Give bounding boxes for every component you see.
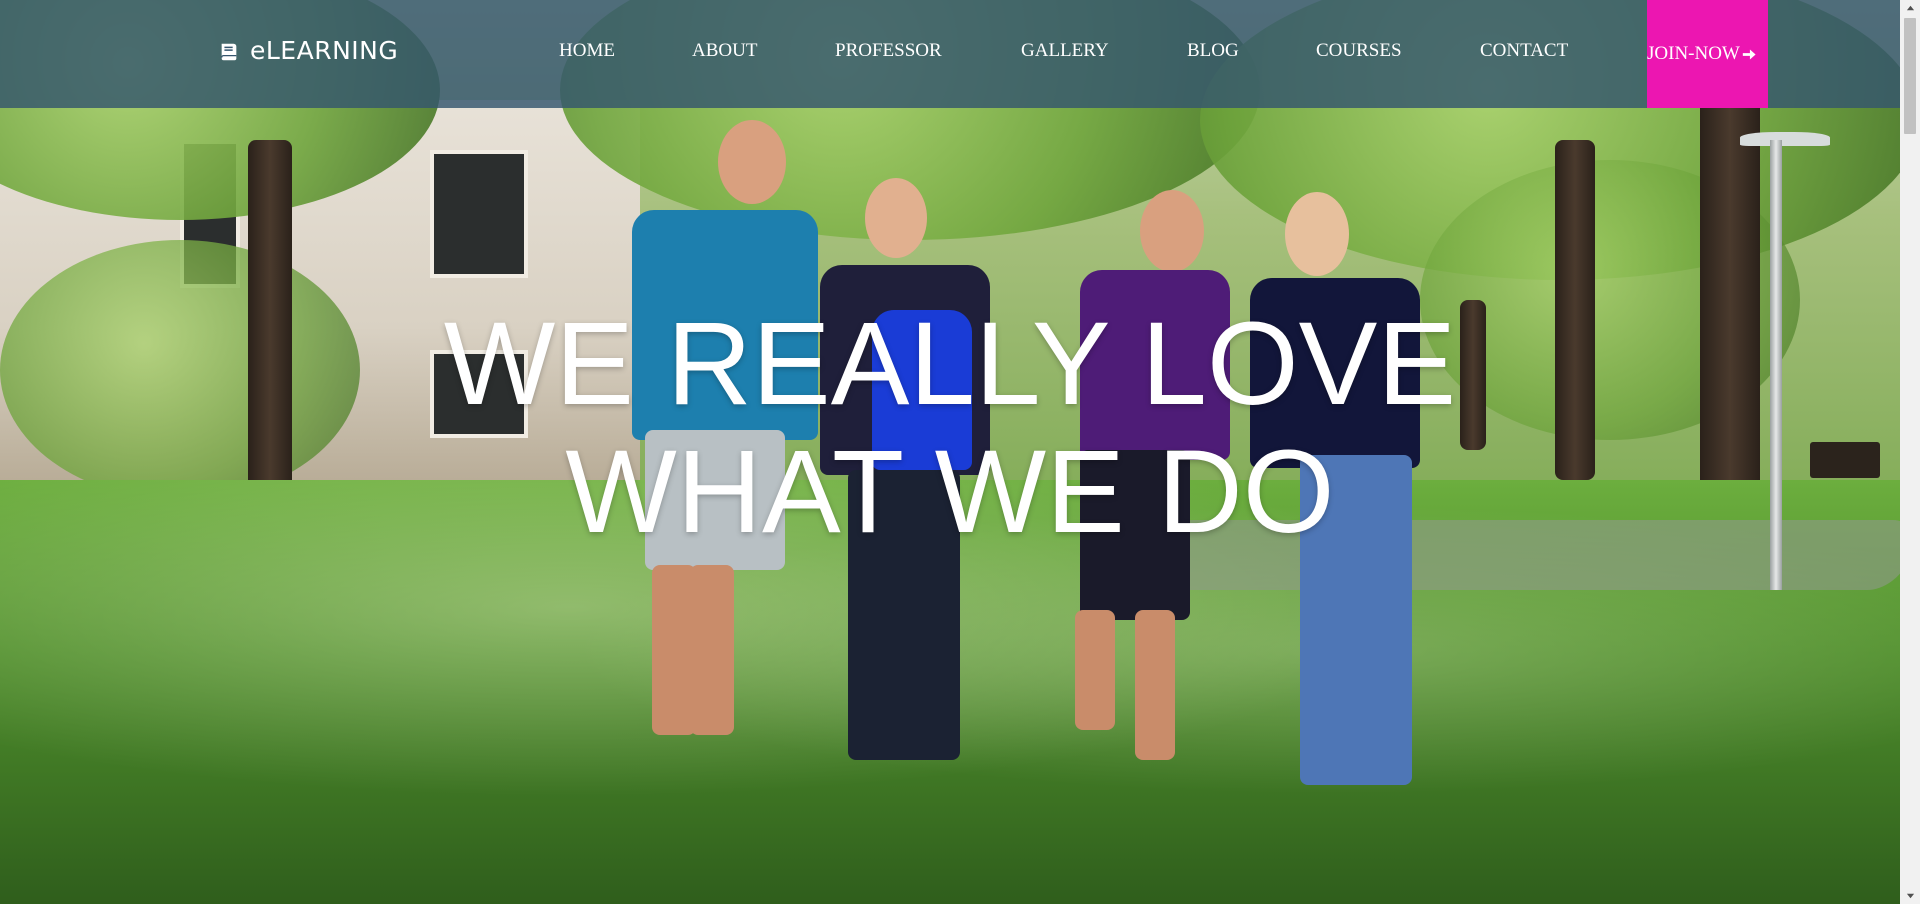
site-header: eLEARNING HOME ABOUT PROFESSOR GALLERY B… xyxy=(0,0,1900,108)
join-now-button[interactable]: JOIN-NOW xyxy=(1647,0,1768,108)
student-leg xyxy=(1075,610,1115,730)
student-head xyxy=(1140,190,1204,272)
nav-contact[interactable]: CONTACT xyxy=(1480,40,1568,62)
student-head xyxy=(718,120,786,204)
building-window xyxy=(430,150,528,278)
nav-gallery[interactable]: GALLERY xyxy=(1021,40,1109,62)
lamp-post-head xyxy=(1740,132,1830,146)
nav-about[interactable]: ABOUT xyxy=(692,40,757,62)
student-head xyxy=(1285,192,1349,276)
student-leg xyxy=(690,565,734,735)
nav-home[interactable]: HOME xyxy=(559,40,615,62)
nav-courses[interactable]: COURSES xyxy=(1316,40,1402,62)
hero-headline-line-2: WHAT WE DO xyxy=(565,426,1335,558)
join-now-label: JOIN-NOW xyxy=(1647,43,1740,64)
student-leg xyxy=(1135,610,1175,760)
scroll-down-arrow-icon[interactable] xyxy=(1900,887,1920,904)
nav-professor[interactable]: PROFESSOR xyxy=(835,40,942,62)
student-head xyxy=(865,178,927,258)
main-navigation: HOME ABOUT PROFESSOR GALLERY BLOG COURSE… xyxy=(0,0,1900,108)
nav-blog[interactable]: BLOG xyxy=(1187,40,1239,62)
page-viewport: eLEARNING HOME ABOUT PROFESSOR GALLERY B… xyxy=(0,0,1900,904)
arrow-right-icon xyxy=(1740,46,1757,63)
scroll-up-arrow-icon[interactable] xyxy=(1900,0,1920,17)
scrollbar-thumb[interactable] xyxy=(1904,18,1916,134)
hero-headline: WE REALLY LOVE WHAT WE DO xyxy=(0,300,1900,556)
hero-headline-line-1: WE REALLY LOVE xyxy=(443,298,1457,430)
page-scrollbar[interactable] xyxy=(1900,0,1920,904)
